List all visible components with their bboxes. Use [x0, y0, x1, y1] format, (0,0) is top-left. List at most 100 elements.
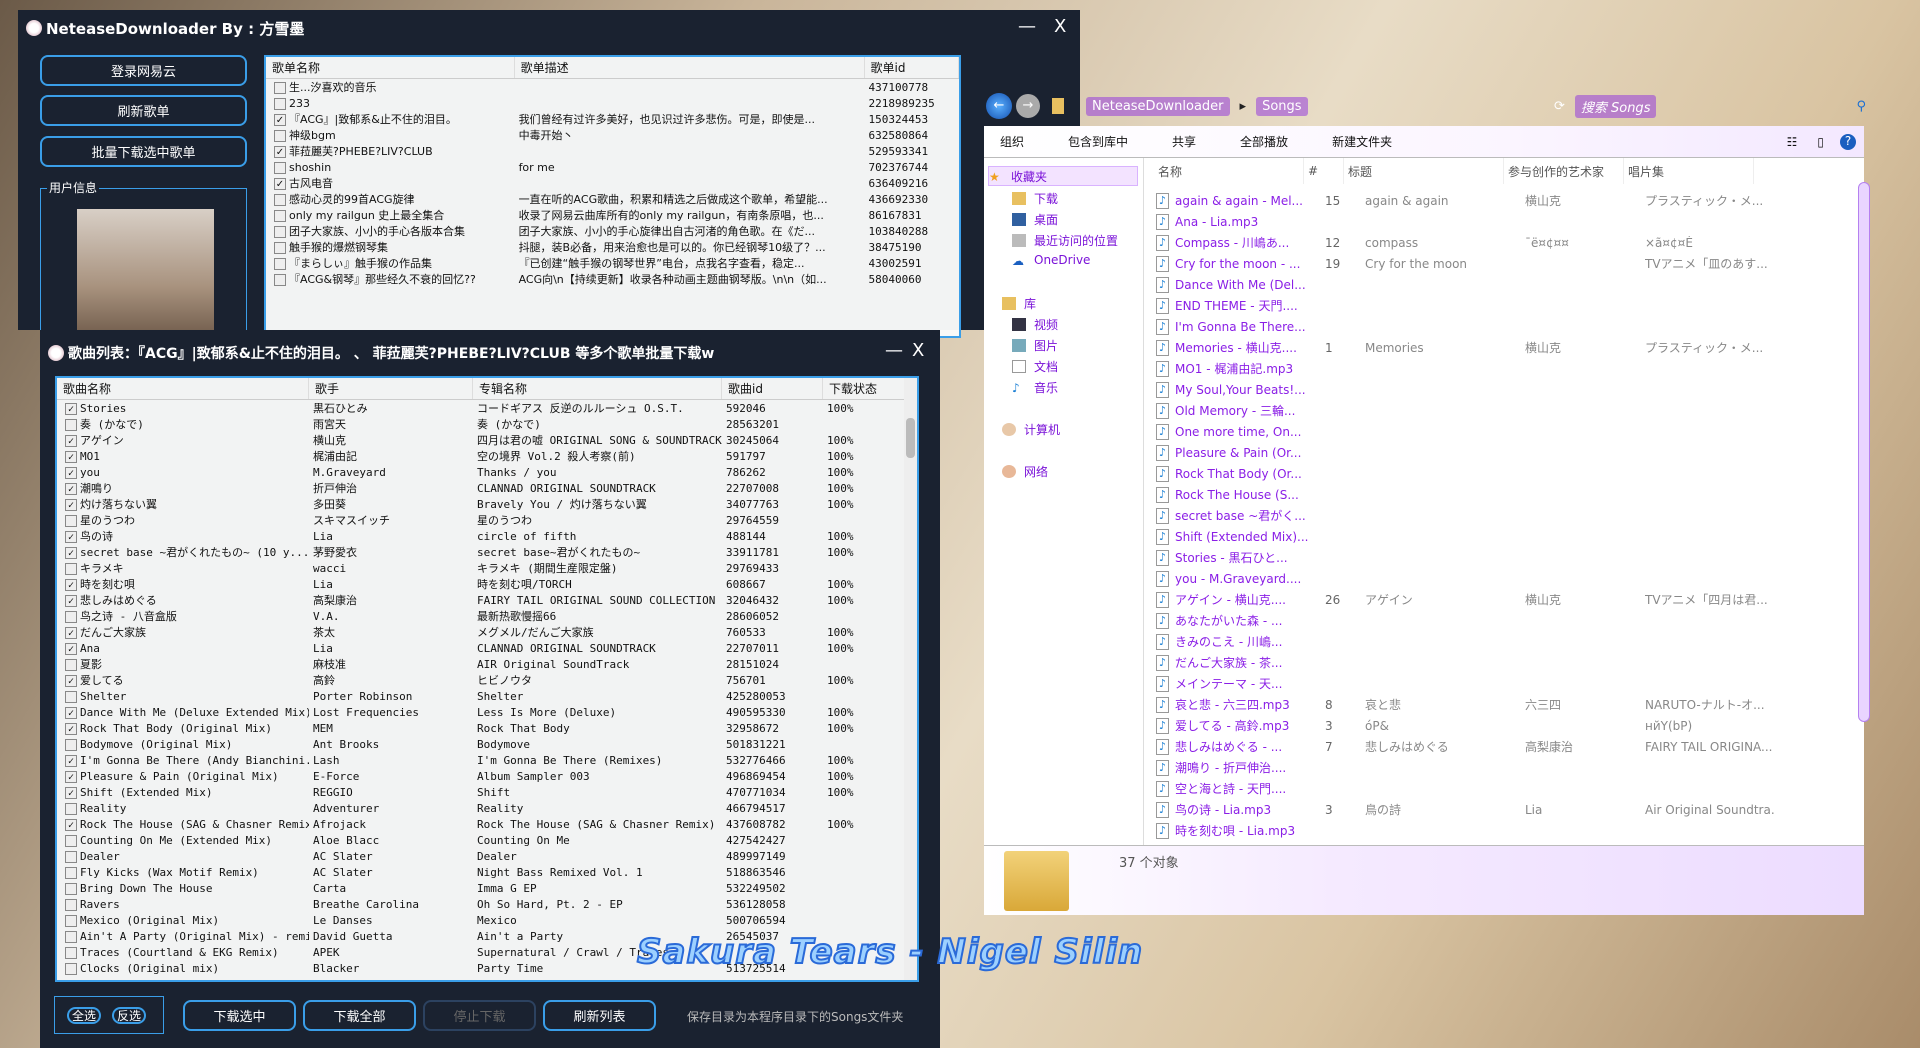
file-row[interactable]: ♪ Cry for the moon - ... 19 Cry for the …: [1156, 253, 1775, 274]
playlist-checkbox[interactable]: [274, 274, 286, 286]
playlist-row[interactable]: 团子大家族、小小的手心各版本合集 团子大家族、小小的手心旋律出自古河渚的角色歌。…: [266, 223, 959, 239]
song-row[interactable]: ✓ Ana Lia CLANNAD ORIGINAL SOUNDTRACK 227…: [57, 640, 917, 656]
song-checkbox[interactable]: ✓: [65, 722, 77, 735]
song-checkbox[interactable]: ✓: [65, 818, 77, 831]
col-artist[interactable]: 参与创作的艺术家: [1504, 158, 1624, 184]
col-playlist-name[interactable]: 歌单名称: [266, 57, 515, 78]
file-name[interactable]: secret base ~君がく...: [1175, 507, 1325, 524]
file-list-scrollbar[interactable]: [1858, 182, 1870, 722]
file-name[interactable]: One more time, On...: [1175, 425, 1325, 439]
file-row[interactable]: ♪ 鸟の诗 - Lia.mp3 3 鳥の詩 Lia Air Original S…: [1156, 799, 1775, 820]
song-checkbox[interactable]: ✓: [65, 499, 77, 511]
login-button[interactable]: 登录网易云: [40, 55, 247, 86]
refresh-list-button[interactable]: 刷新列表: [543, 1000, 656, 1031]
playlist-checkbox[interactable]: [274, 242, 286, 254]
file-name[interactable]: again & again - Mel...: [1175, 194, 1325, 208]
song-checkbox[interactable]: ✓: [65, 531, 77, 543]
playlist-checkbox[interactable]: [274, 226, 286, 238]
invert-selection-button[interactable]: 反选: [112, 1007, 146, 1024]
col-track[interactable]: #: [1304, 158, 1344, 184]
file-name[interactable]: あなたがいた森 - ...: [1175, 612, 1325, 629]
song-row[interactable]: ✓ Dance With Me (Deluxe Extended Mix) Los…: [57, 704, 917, 720]
song-row[interactable]: Reality Adventurer Reality 466794517: [57, 800, 917, 816]
file-name[interactable]: Shift (Extended Mix)...: [1175, 530, 1325, 544]
file-row[interactable]: ♪ Old Memory - 三輪...: [1156, 400, 1775, 421]
file-name[interactable]: アゲイン - 横山克....: [1175, 591, 1325, 608]
song-row[interactable]: Ravers Breathe Carolina Oh So Hard, Pt. …: [57, 896, 917, 912]
file-row[interactable]: ♪ My Soul,Your Beats!...: [1156, 379, 1775, 400]
file-name[interactable]: 潮鳴り - 折戸伸治....: [1175, 759, 1325, 776]
playlist-checkbox[interactable]: [274, 97, 286, 110]
song-row[interactable]: Dealer AC Slater Dealer 489997149: [57, 848, 917, 864]
file-name[interactable]: きみのこえ - 川嶋...: [1175, 633, 1325, 650]
help-icon[interactable]: ?: [1840, 133, 1856, 150]
song-checkbox[interactable]: ✓: [65, 450, 77, 463]
song-row[interactable]: ✓ Shift (Extended Mix) REGGIO Shift 47077…: [57, 784, 917, 800]
song-checkbox[interactable]: [65, 563, 77, 575]
file-name[interactable]: Ana - Lia.mp3: [1175, 215, 1325, 229]
file-name[interactable]: メインテーマ - 天...: [1175, 675, 1325, 692]
file-row[interactable]: ♪ Dance With Me (Del...: [1156, 274, 1775, 295]
song-table-scrollbar[interactable]: [904, 378, 917, 980]
col-name[interactable]: 名称: [1154, 158, 1304, 184]
search-input[interactable]: 搜索 Songs: [1574, 94, 1657, 118]
file-row[interactable]: ♪ Rock That Body (Or...: [1156, 463, 1775, 484]
col-title[interactable]: 标题: [1344, 158, 1504, 184]
new-folder-button[interactable]: 新建文件夹: [1332, 133, 1392, 150]
playlist-row[interactable]: 『ACG&钢琴』那些经久不衰的回忆?? ACG向\n【持续更新】收录各种动画主题…: [266, 271, 959, 287]
song-checkbox[interactable]: ✓: [65, 483, 77, 495]
file-row[interactable]: ♪ だんご大家族 - 茶...: [1156, 652, 1775, 673]
song-row[interactable]: Bring Down The House Carta Imma G EP 532…: [57, 880, 917, 896]
file-name[interactable]: Old Memory - 三輪...: [1175, 402, 1325, 419]
file-row[interactable]: ♪ Stories - 黒石ひと...: [1156, 547, 1775, 568]
file-name[interactable]: Pleasure & Pain (Or...: [1175, 446, 1325, 460]
minimize-button[interactable]: —: [885, 340, 903, 361]
song-checkbox[interactable]: [65, 946, 77, 959]
playlist-checkbox[interactable]: [274, 258, 286, 270]
playlist-checkbox[interactable]: [274, 130, 286, 142]
song-checkbox[interactable]: [65, 515, 77, 527]
song-row[interactable]: ✓ 潮鳴り 折戸伸治 CLANNAD ORIGINAL SOUNDTRACK 22…: [57, 480, 917, 496]
song-row[interactable]: ✓ 悲しみはめぐる 高梨康治 FAIRY TAIL ORIGINAL SOUND …: [57, 592, 917, 608]
playlist-checkbox[interactable]: [274, 82, 286, 94]
file-name[interactable]: Compass - 川嶋あ...: [1175, 234, 1325, 251]
song-checkbox[interactable]: ✓: [65, 435, 77, 447]
file-name[interactable]: you - M.Graveyard....: [1175, 572, 1325, 586]
song-checkbox[interactable]: [65, 882, 77, 895]
playlist-row[interactable]: ✓ 菲菈麗芙?PHEBE?LIV?CLUB 529593341: [266, 143, 959, 159]
nav-onedrive[interactable]: ☁ OneDrive: [1012, 253, 1090, 268]
breadcrumb-neteasedownloader[interactable]: NeteaseDownloader: [1086, 96, 1230, 116]
song-row[interactable]: 奏 (かなで) 雨宮天 奏 (かなで) 28563201: [57, 416, 917, 432]
song-checkbox[interactable]: [65, 866, 77, 879]
song-titlebar[interactable]: 歌曲列表：『ACG』|致郁系&止不住的泪目。 、 菲菈麗芙?PHEBE?LIV?…: [40, 330, 940, 376]
song-checkbox[interactable]: ✓: [65, 627, 77, 639]
col-playlist-desc[interactable]: 歌单描述: [515, 57, 865, 78]
song-row[interactable]: ✓ 爱してる 高鈴 ヒビノウタ 756701 100%: [57, 672, 917, 688]
song-row[interactable]: Fly Kicks (Wax Motif Remix) AC Slater Ni…: [57, 864, 917, 880]
file-name[interactable]: 鸟の诗 - Lia.mp3: [1175, 801, 1325, 818]
search-icon[interactable]: ⚲: [1856, 99, 1866, 114]
breadcrumb-songs[interactable]: Songs: [1256, 96, 1308, 116]
song-checkbox[interactable]: [65, 611, 77, 623]
stop-download-button[interactable]: 停止下载: [423, 1000, 536, 1031]
song-checkbox[interactable]: ✓: [65, 466, 77, 479]
playlist-checkbox[interactable]: ✓: [274, 114, 286, 126]
song-checkbox[interactable]: [65, 802, 77, 815]
file-name[interactable]: 時を刻む唄 - Lia.mp3: [1175, 822, 1325, 839]
nav-music[interactable]: ♪ 音乐: [1012, 379, 1058, 396]
song-checkbox[interactable]: ✓: [65, 642, 77, 655]
file-row[interactable]: ♪ Memories - 横山克.... 1 Memories 横山克 プラステ…: [1156, 337, 1775, 358]
play-all-button[interactable]: 全部播放: [1240, 133, 1288, 150]
col-playlist-id[interactable]: 歌单id: [865, 57, 959, 78]
song-row[interactable]: Mexico (Original Mix) Le Danses Mexico 5…: [57, 912, 917, 928]
file-name[interactable]: MO1 - 梶浦由記.mp3: [1175, 360, 1325, 377]
file-row[interactable]: ♪ 哀と悲 - 六三四.mp3 8 哀と悲 六三四 NARUTO-ナルト-オ..…: [1156, 694, 1775, 715]
refresh-playlists-button[interactable]: 刷新歌单: [40, 95, 247, 126]
nav-network[interactable]: 网络: [1002, 463, 1048, 480]
song-row[interactable]: ✓ Rock That Body (Original Mix) MEM Rock …: [57, 720, 917, 736]
nav-desktop[interactable]: 桌面: [1012, 211, 1058, 228]
nav-downloads[interactable]: 下载: [1012, 190, 1058, 207]
select-all-button[interactable]: 全选: [67, 1007, 101, 1024]
file-name[interactable]: Cry for the moon - ...: [1175, 257, 1325, 271]
playlist-row[interactable]: 触手猴的爆燃钢琴集 抖腿，装B必备，用来治愈也是可以的。你已经钢琴10级了？..…: [266, 239, 959, 255]
